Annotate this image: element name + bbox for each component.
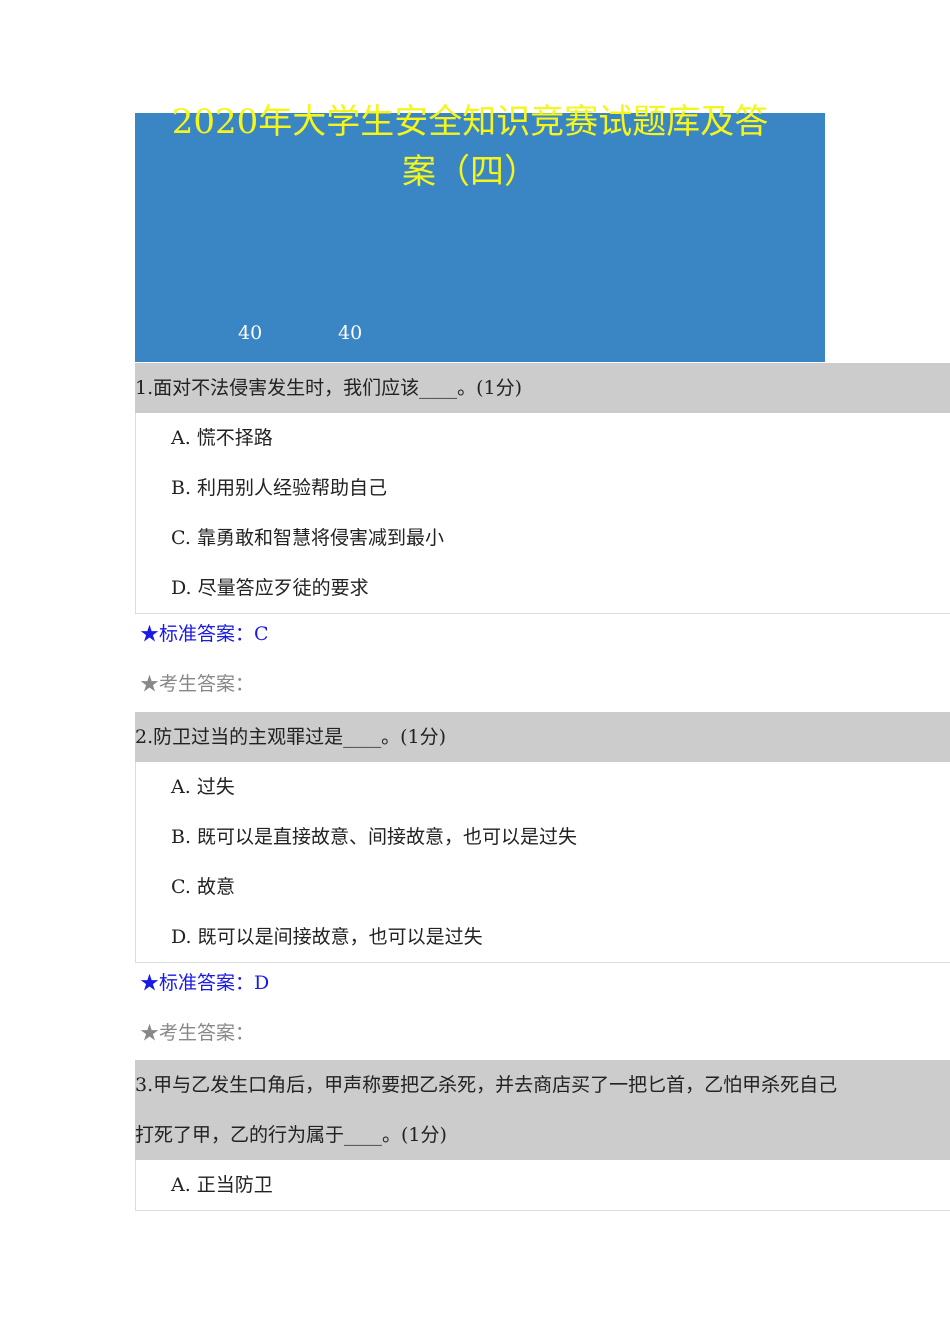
student-answer: ★考生答案： <box>140 1022 255 1044</box>
option-c[interactable]: C. 故意 <box>136 862 950 912</box>
title-line-1: 2020年大学生安全知识竞赛试题库及答 <box>171 102 769 142</box>
option-a[interactable]: A. 过失 <box>136 762 950 812</box>
option-d[interactable]: D. 尽量答应歹徒的要求 <box>136 563 950 613</box>
option-c[interactable]: C. 靠勇敢和智慧将侵害减到最小 <box>136 513 950 563</box>
option-d[interactable]: D. 既可以是间接故意，也可以是过失 <box>136 912 950 962</box>
question-1-options: A. 慌不择路 B. 利用别人经验帮助自己 C. 靠勇敢和智慧将侵害减到最小 D… <box>135 413 950 614</box>
option-a[interactable]: A. 慌不择路 <box>136 413 950 463</box>
option-a[interactable]: A. 正当防卫 <box>136 1160 950 1210</box>
question-1-text: 1.面对不法侵害发生时，我们应该____。(1分) <box>135 363 950 413</box>
banner-number: 40 <box>338 322 363 344</box>
option-b[interactable]: B. 既可以是直接故意、间接故意，也可以是过失 <box>136 812 950 862</box>
question-2-text: 2.防卫过当的主观罪过是____。(1分) <box>135 712 950 762</box>
standard-answer: ★标准答案：C <box>140 623 269 645</box>
standard-answer: ★标准答案：D <box>140 972 270 994</box>
banner-number: 40 <box>238 322 263 344</box>
question-3-line-2: 打死了甲，乙的行为属于____。(1分) <box>135 1124 447 1146</box>
question-3-options: A. 正当防卫 <box>135 1160 950 1211</box>
page-title: 2020年大学生安全知识竞赛试题库及答 案（四） <box>135 97 805 197</box>
question-3-line-1: 3.甲与乙发生口角后，甲声称要把乙杀死，并去商店买了一把匕首，乙怕甲杀死自己 <box>135 1074 838 1096</box>
question-2-options: A. 过失 B. 既可以是直接故意、间接故意，也可以是过失 C. 故意 D. 既… <box>135 762 950 963</box>
option-b[interactable]: B. 利用别人经验帮助自己 <box>136 463 950 513</box>
student-answer: ★考生答案： <box>140 673 255 695</box>
question-3-text: 3.甲与乙发生口角后，甲声称要把乙杀死，并去商店买了一把匕首，乙怕甲杀死自己 打… <box>135 1060 950 1160</box>
title-line-2: 案（四） <box>402 152 538 192</box>
